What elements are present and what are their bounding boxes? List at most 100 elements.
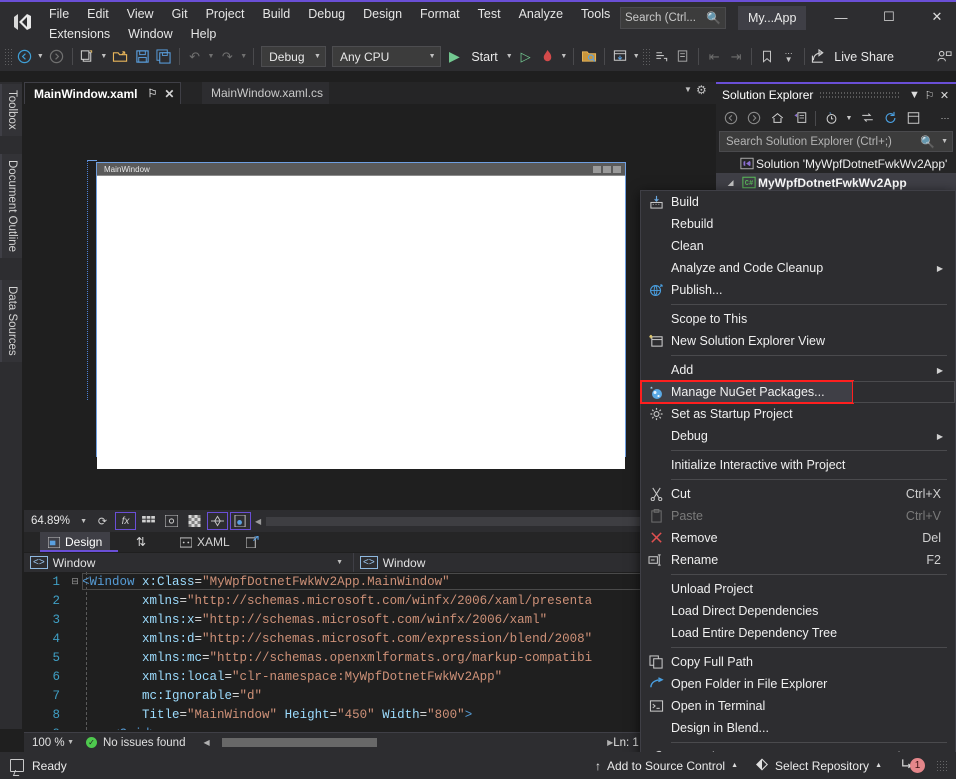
forward-icon[interactable] xyxy=(743,108,765,128)
context-menu-item-copy-full-path[interactable]: Copy Full Path xyxy=(641,651,955,673)
maximize-button[interactable]: ☐ xyxy=(866,2,912,32)
xaml-code-editor[interactable]: 1⊟<Window x:Class="MyWpfDotnetFwkWv2App.… xyxy=(24,572,716,730)
solution-configuration-dropdown[interactable]: Debug ▼ xyxy=(261,46,326,67)
hot-reload-icon[interactable] xyxy=(537,46,559,68)
select-window-dropdown-icon[interactable]: ▼ xyxy=(631,46,642,68)
context-menu-item-analyze-and-code-cleanup[interactable]: Analyze and Code Cleanup▶ xyxy=(641,257,955,279)
collapse-toggle-icon[interactable] xyxy=(856,108,878,128)
overflow-icon[interactable]: ⋯ xyxy=(934,108,956,128)
feedback-icon[interactable] xyxy=(10,759,24,772)
scrollbar-thumb[interactable] xyxy=(222,738,377,747)
menu-analyze[interactable]: Analyze xyxy=(510,4,572,24)
context-menu-item-new-solution-explorer-view[interactable]: New Solution Explorer View xyxy=(641,330,955,352)
open-file-icon[interactable] xyxy=(109,46,131,68)
design-window-preview[interactable]: MainWindow xyxy=(96,162,626,457)
filter-dropdown-chevron-icon[interactable]: ▼ xyxy=(843,108,855,128)
navbar-type-dropdown[interactable]: <> Window ▼ xyxy=(24,553,354,572)
menu-format[interactable]: Format xyxy=(411,4,469,24)
minimize-button[interactable]: — xyxy=(818,2,864,32)
swap-panes-icon[interactable]: ⇅ xyxy=(128,532,154,552)
show-all-files-icon[interactable] xyxy=(902,108,924,128)
editor-line[interactable]: 9⊟ <Grid> xyxy=(24,724,716,730)
context-menu-item-load-entire-dependency-tree[interactable]: Load Entire Dependency Tree xyxy=(641,622,955,644)
context-menu-item-debug[interactable]: Debug▶ xyxy=(641,425,955,447)
account-button[interactable]: My...App xyxy=(738,6,806,30)
navbar-member-dropdown[interactable]: <> Window ▼ xyxy=(354,553,684,572)
tab-overflow-chevron-icon[interactable]: ▼ xyxy=(684,85,692,94)
scroll-left-arrow-icon[interactable]: ◀ xyxy=(203,738,209,747)
notifications-button[interactable]: 1 xyxy=(893,754,931,778)
save-icon[interactable] xyxy=(131,46,153,68)
expander-icon[interactable]: ◢ xyxy=(728,179,740,187)
menu-git[interactable]: Git xyxy=(163,4,197,24)
navigate-forward-icon[interactable] xyxy=(46,46,68,68)
editor-line[interactable]: 1⊟<Window x:Class="MyWpfDotnetFwkWv2App.… xyxy=(24,572,716,591)
bookmark-navigate-icon[interactable]: ⋯▼ xyxy=(778,46,800,68)
menu-test[interactable]: Test xyxy=(469,4,510,24)
tab-mainwindow-xaml[interactable]: MainWindow.xaml ⚐ ✕ xyxy=(24,82,181,104)
editor-zoom-dropdown[interactable]: 100 % ▼ xyxy=(24,737,80,749)
context-menu-item-clean[interactable]: Clean xyxy=(641,235,955,257)
editor-horizontal-scrollbar[interactable]: ◀ ▶ xyxy=(203,738,613,747)
xaml-designer-surface[interactable]: MainWindow xyxy=(24,104,716,507)
solution-platform-dropdown[interactable]: Any CPU ▼ xyxy=(332,46,441,67)
context-menu-item-set-as-startup-project[interactable]: Set as Startup Project xyxy=(641,403,955,425)
resize-grip[interactable] xyxy=(936,760,948,772)
context-menu-item-add[interactable]: Add▶ xyxy=(641,359,955,381)
sidebar-tab-document-outline[interactable]: Document Outline xyxy=(0,154,22,258)
editor-line[interactable]: 6 xmlns:local="clr-namespace:MyWpfDotnet… xyxy=(24,667,716,686)
add-to-source-control-button[interactable]: ↑ Add to Source Control ▲ xyxy=(589,754,744,778)
start-debug-button[interactable]: Start xyxy=(465,46,503,68)
context-menu-item-load-direct-dependencies[interactable]: Load Direct Dependencies xyxy=(641,600,955,622)
transparency-toggle-icon[interactable] xyxy=(184,512,205,530)
search-options-chevron-icon[interactable]: ▼ xyxy=(941,138,948,145)
tab-xaml-view[interactable]: XAML xyxy=(172,532,238,552)
hot-reload-dropdown-icon[interactable]: ▼ xyxy=(558,46,569,68)
close-button[interactable]: ✕ xyxy=(914,2,956,32)
context-menu-item-scope-to-this[interactable]: Scope to This xyxy=(641,308,955,330)
panel-menu-chevron-icon[interactable]: ▼ xyxy=(907,89,922,101)
fold-toggle-icon[interactable]: ⊟ xyxy=(68,729,82,731)
snap-to-guides-icon[interactable] xyxy=(207,512,228,530)
back-icon[interactable] xyxy=(720,108,742,128)
menu-debug[interactable]: Debug xyxy=(299,4,354,24)
new-item-dropdown-icon[interactable]: ▼ xyxy=(98,46,109,68)
menu-help[interactable]: Help xyxy=(182,24,226,44)
tab-design-view[interactable]: Design xyxy=(40,532,110,552)
designer-zoom-dropdown[interactable]: 64.89% ▼ xyxy=(28,512,90,530)
run-icon[interactable]: ▶ xyxy=(444,46,466,68)
menu-tools[interactable]: Tools xyxy=(572,4,619,24)
start-dropdown-icon[interactable]: ▼ xyxy=(504,46,515,68)
context-menu-item-open-in-terminal[interactable]: Open in Terminal xyxy=(641,695,955,717)
live-share-label[interactable]: Live Share xyxy=(830,50,898,64)
editor-line[interactable]: 7 mc:Ignorable="d" xyxy=(24,686,716,705)
share-with-others-icon[interactable] xyxy=(934,46,956,68)
context-menu-item-open-folder-in-file-explorer[interactable]: Open Folder in File Explorer xyxy=(641,673,955,695)
comment-selection-icon[interactable] xyxy=(651,46,673,68)
context-menu-item-design-in-blend[interactable]: Design in Blend... xyxy=(641,717,955,739)
context-menu-item-remove[interactable]: RemoveDel xyxy=(641,527,955,549)
new-item-icon[interactable] xyxy=(77,46,99,68)
save-all-icon[interactable] xyxy=(153,46,175,68)
grid-toggle-icon[interactable] xyxy=(138,512,159,530)
tab-mainwindow-xaml-cs[interactable]: MainWindow.xaml.cs xyxy=(202,82,329,104)
tab-settings-gear-icon[interactable]: ⚙ xyxy=(696,83,707,97)
scrollbar-track[interactable] xyxy=(214,738,603,747)
editor-line[interactable]: 2 xmlns="http://schemas.microsoft.com/wi… xyxy=(24,591,716,610)
sidebar-tab-toolbox[interactable]: Toolbox xyxy=(0,84,22,136)
menu-file[interactable]: File xyxy=(40,4,78,24)
start-without-debugging-icon[interactable]: ▷ xyxy=(515,46,537,68)
editor-line[interactable]: 3 xmlns:x="http://schemas.microsoft.com/… xyxy=(24,610,716,629)
designer-scroll-left-arrow[interactable]: ◀ xyxy=(255,517,261,526)
context-menu-item-manage-nuget-packages[interactable]: Manage NuGet Packages... xyxy=(641,381,853,403)
panel-close-icon[interactable]: ✕ xyxy=(937,89,952,102)
editor-line[interactable]: 8 Title="MainWindow" Height="450" Width=… xyxy=(24,705,716,724)
uncomment-selection-icon[interactable] xyxy=(673,46,695,68)
pin-icon[interactable]: ⚐ xyxy=(147,87,157,100)
panel-drag-handle[interactable] xyxy=(819,91,901,99)
navigate-backward-dropdown-icon[interactable]: ▼ xyxy=(35,46,46,68)
select-repository-button[interactable]: Select Repository ▲ xyxy=(749,754,888,778)
context-menu-item-unload-project[interactable]: Unload Project xyxy=(641,578,955,600)
pending-changes-filter-icon[interactable] xyxy=(820,108,842,128)
refresh-icon[interactable] xyxy=(879,108,901,128)
